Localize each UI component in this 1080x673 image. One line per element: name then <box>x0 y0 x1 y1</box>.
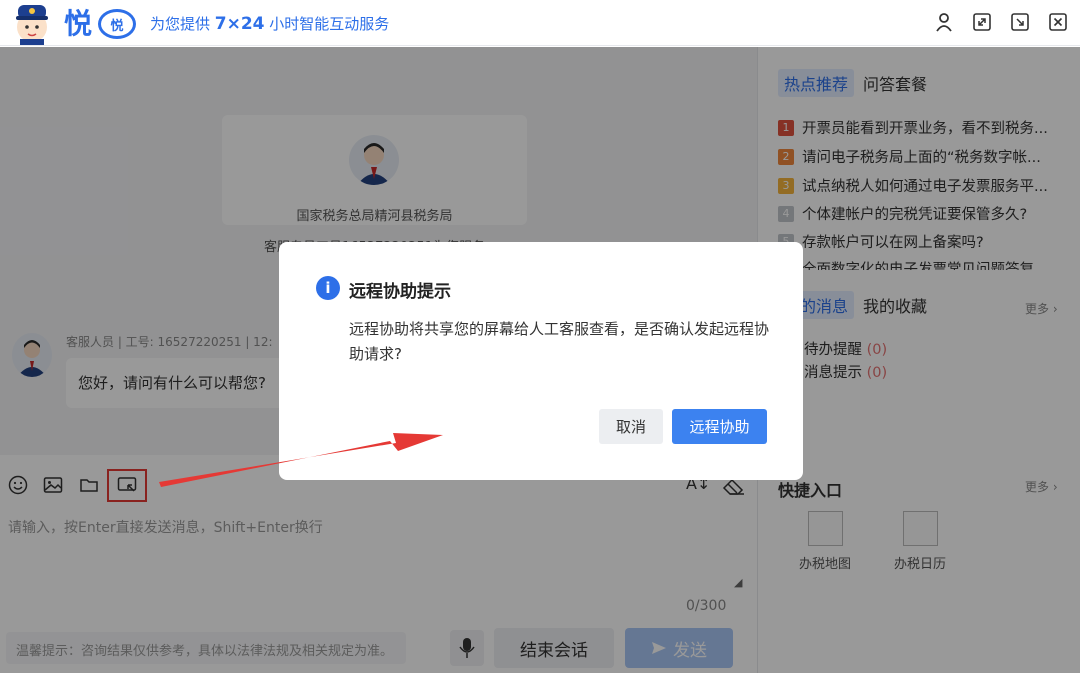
officer-avatar-icon <box>10 1 54 45</box>
dialog-body: 远程协助将共享您的屏幕给人工客服查看，是否确认发起远程协助请求? <box>349 320 770 363</box>
user-icon[interactable] <box>932 10 956 34</box>
cancel-button[interactable]: 取消 <box>599 409 663 444</box>
remote-assist-confirm-button[interactable]: 远程协助 <box>672 409 767 444</box>
tagline-prefix: 为您提供 <box>150 15 215 33</box>
tagline: 为您提供 7×24 小时智能互动服务 <box>150 13 389 34</box>
tagline-highlight: 7×24 <box>214 14 265 34</box>
logo-badge: 悦 <box>98 9 136 39</box>
tagline-suffix: 小时智能互动服务 <box>264 15 390 33</box>
info-icon: i <box>316 276 340 300</box>
remote-assist-dialog: i 远程协助提示 远程协助将共享您的屏幕给人工客服查看，是否确认发起远程协助请求… <box>279 242 803 480</box>
header-actions <box>932 10 1070 34</box>
logo-text: 悦 <box>64 7 93 40</box>
fullscreen-icon[interactable] <box>970 10 994 34</box>
close-icon[interactable] <box>1046 10 1070 34</box>
minimize-icon[interactable] <box>1008 10 1032 34</box>
app-header: 悦 悦 为您提供 7×24 小时智能互动服务 <box>0 0 1080 46</box>
dialog-title: 远程协助提示 <box>349 282 451 302</box>
